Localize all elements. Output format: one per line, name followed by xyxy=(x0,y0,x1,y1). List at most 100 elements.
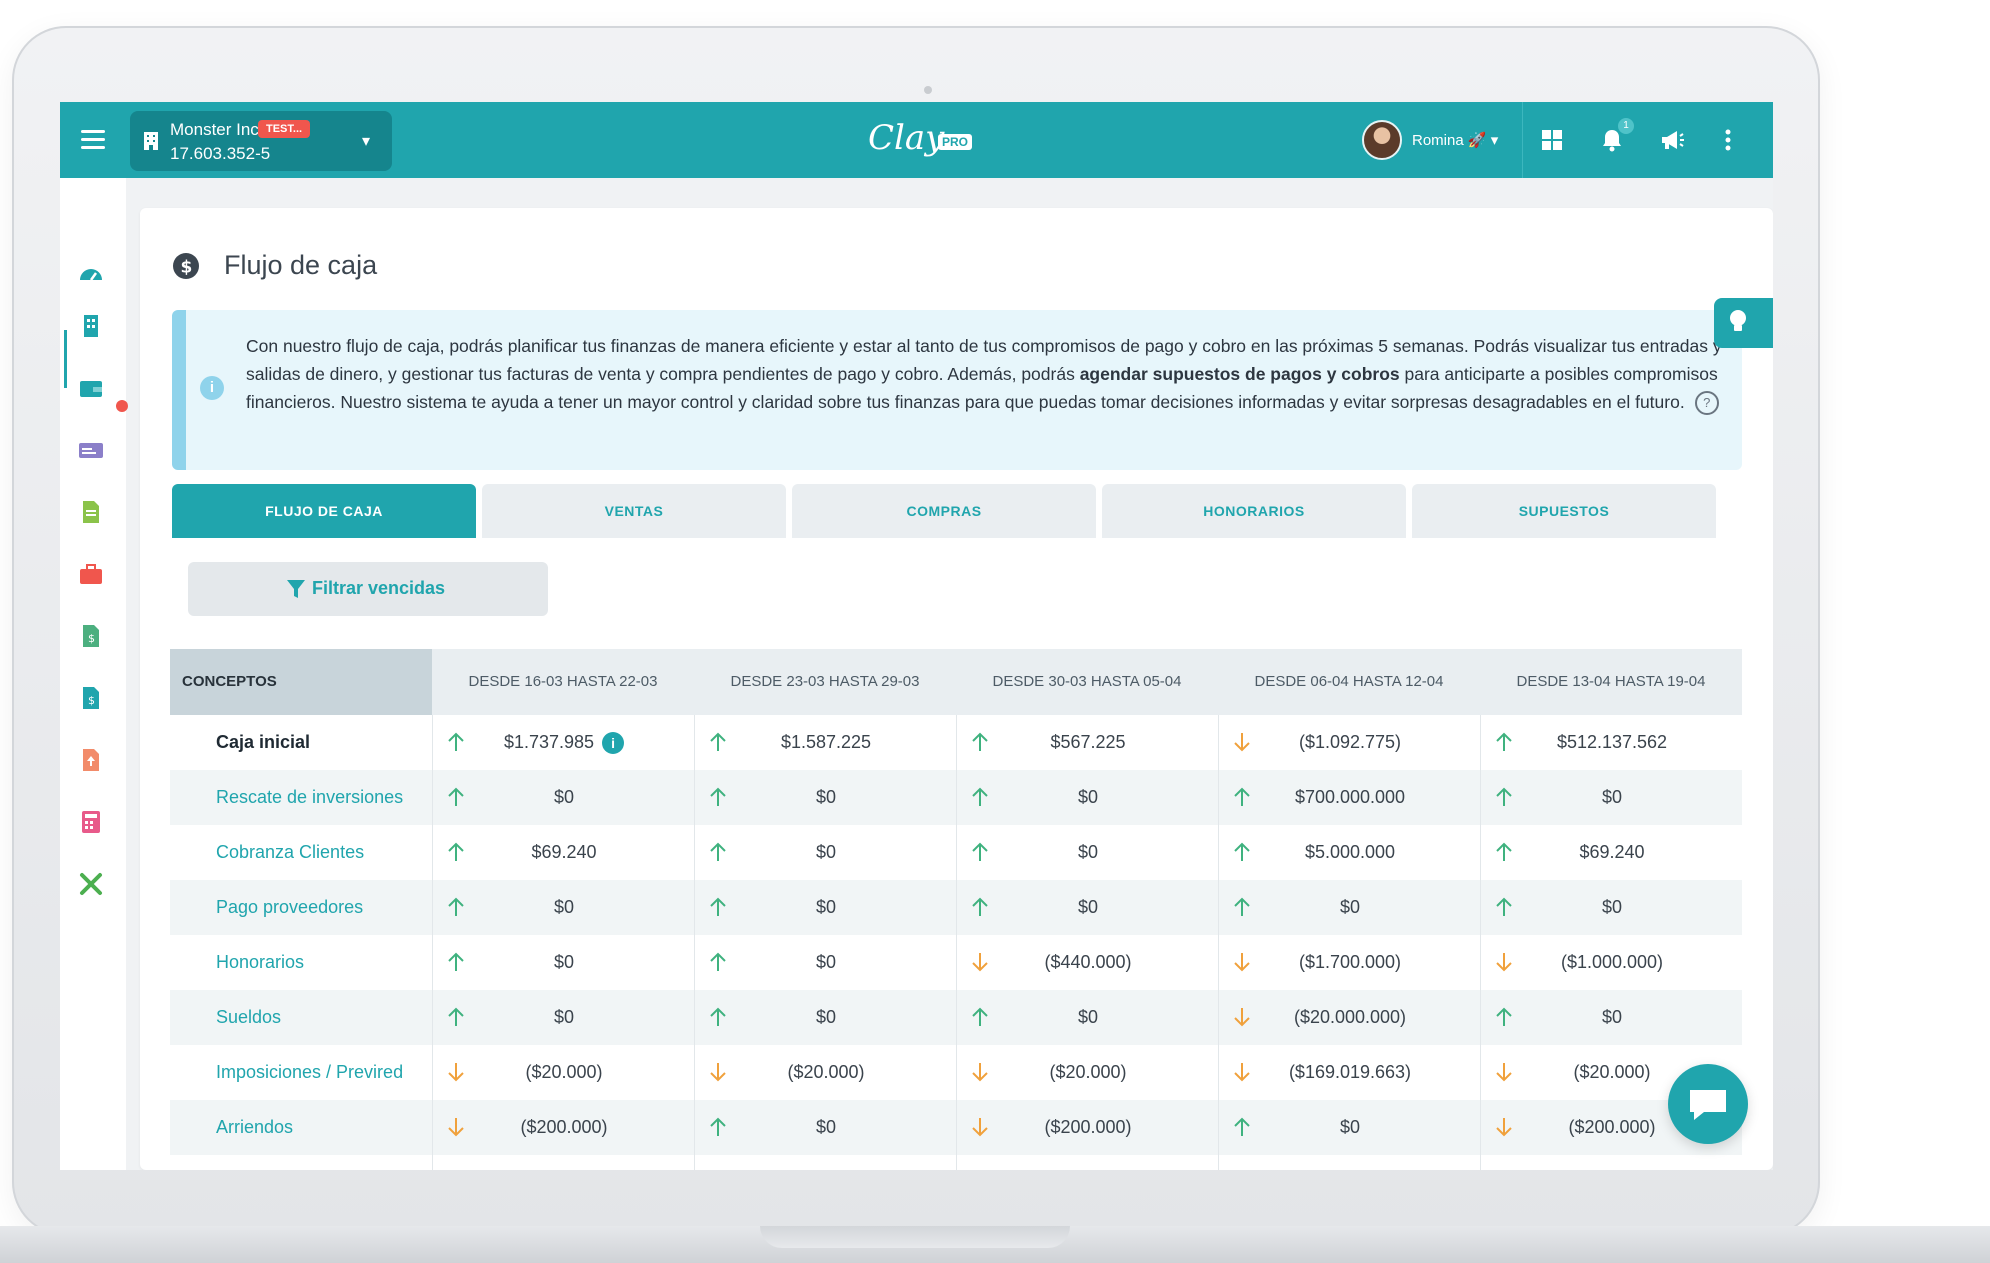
invoice-icon[interactable]: $ xyxy=(77,622,105,650)
row-label[interactable]: Imposiciones / Previred xyxy=(216,1045,403,1100)
main-card: $ Flujo de caja i Con nuestro flujo de c… xyxy=(140,208,1773,1170)
cell-value: ($1.700.000) xyxy=(1258,935,1442,990)
arrow-up-icon xyxy=(448,952,464,971)
row-label[interactable]: Honorarios xyxy=(216,935,304,990)
amount: $700.000.000 xyxy=(1294,787,1406,807)
table-cell: $700.000.000 xyxy=(1218,770,1480,825)
wallet-icon[interactable] xyxy=(77,374,105,402)
table-cell: $0 xyxy=(694,880,956,935)
amount: $0 xyxy=(553,952,575,972)
amount: $0 xyxy=(553,897,575,917)
amount: $0 xyxy=(815,842,837,862)
calculator-icon[interactable] xyxy=(77,808,105,836)
cell-value: $0 xyxy=(996,770,1180,825)
table-cell: $0 xyxy=(694,825,956,880)
table-cell: ($20.000) xyxy=(432,1045,694,1100)
cell-value: $0 xyxy=(734,990,918,1045)
lightbulb-icon xyxy=(1730,310,1746,331)
row-label[interactable]: Arriendos xyxy=(216,1100,293,1155)
tab-honorarios[interactable]: HONORARIOS xyxy=(1102,484,1406,538)
arrow-down-icon xyxy=(972,1118,988,1137)
table-cell: ($20.000.000) xyxy=(1218,990,1480,1045)
cell-value: ($20.000) xyxy=(472,1045,656,1100)
table-cell: ($440.000) xyxy=(956,935,1218,990)
help-icon[interactable]: ? xyxy=(1694,391,1719,416)
amount: $5.000.000 xyxy=(1304,842,1396,862)
table-cell: ($200.000) xyxy=(432,1100,694,1155)
tips-button[interactable] xyxy=(1714,298,1773,348)
table-cell: ($20.000) xyxy=(694,1045,956,1100)
more-vertical-icon[interactable] xyxy=(1714,126,1742,154)
filter-overdue-button[interactable]: Filtrar vencidas xyxy=(188,562,548,616)
table-cell: $0 xyxy=(956,825,1218,880)
header-period-1: DESDE 16-03 HASTA 22-03 xyxy=(468,673,658,690)
amount: ($1.700.000) xyxy=(1298,952,1402,972)
table-cell: $1.737.985 i xyxy=(432,715,694,770)
menu-icon[interactable] xyxy=(78,125,108,155)
amount: ($20.000) xyxy=(1049,1062,1127,1082)
money-card-icon[interactable] xyxy=(77,436,105,464)
invoice-dollar-icon[interactable]: $ xyxy=(77,684,105,712)
chat-icon xyxy=(1690,1090,1726,1120)
table-cell: ($1.092.775) xyxy=(1218,715,1480,770)
tab-compras[interactable]: COMPRAS xyxy=(792,484,1096,538)
cell-value: ($200.000) xyxy=(996,1100,1180,1155)
megaphone-icon[interactable] xyxy=(1658,126,1686,154)
cell-value: $0 xyxy=(996,825,1180,880)
arrow-down-icon xyxy=(1234,953,1250,972)
tab-ventas[interactable]: VENTAS xyxy=(482,484,786,538)
upload-file-icon[interactable] xyxy=(77,746,105,774)
arrow-down-icon xyxy=(1496,953,1512,972)
header-conceptos: CONCEPTOS xyxy=(170,649,432,715)
table-cell: $0 xyxy=(694,935,956,990)
notifications-button[interactable]: 1 xyxy=(1598,118,1634,154)
cell-value: ($20.000) xyxy=(734,1045,918,1100)
arrow-down-icon xyxy=(710,1063,726,1082)
briefcase-icon[interactable] xyxy=(77,560,105,588)
amount: ($200.000) xyxy=(520,1117,608,1137)
alert-dot xyxy=(116,400,128,412)
sidebar-active-indicator xyxy=(64,330,67,388)
arrow-down-icon xyxy=(1234,1063,1250,1082)
arrow-up-icon xyxy=(1496,732,1512,751)
cell-value: $0 xyxy=(1258,1100,1442,1155)
amount: ($20.000.000) xyxy=(1293,1007,1407,1027)
arrow-up-icon xyxy=(972,1007,988,1026)
company-selector[interactable]: Monster Inc. 17.603.352-5 TEST... ▾ xyxy=(130,111,392,171)
row-label[interactable]: Sueldos xyxy=(216,990,281,1045)
row-label[interactable]: Cobranza Clientes xyxy=(216,825,364,880)
amount: $512.137.562 xyxy=(1556,732,1668,752)
table-header: CONCEPTOS DESDE 16-03 HASTA 22-03 DESDE … xyxy=(170,649,1742,715)
building-icon[interactable] xyxy=(77,312,105,340)
arrow-up-icon xyxy=(1234,897,1250,916)
column-divider xyxy=(694,715,695,1170)
cell-value: $0 xyxy=(1520,990,1704,1045)
arrow-down-icon xyxy=(972,953,988,972)
arrow-up-icon xyxy=(710,1007,726,1026)
amount: ($1.092.775) xyxy=(1298,732,1402,752)
arrow-up-icon xyxy=(710,952,726,971)
tab-supuestos[interactable]: SUPUESTOS xyxy=(1412,484,1716,538)
cell-value: $0 xyxy=(472,935,656,990)
tools-icon[interactable] xyxy=(77,870,105,898)
table-cell: $0 xyxy=(432,990,694,1045)
filter-icon xyxy=(287,580,305,598)
amount: $0 xyxy=(815,1007,837,1027)
dashboard-icon[interactable] xyxy=(77,260,105,288)
table-cell: $0 xyxy=(432,935,694,990)
info-icon[interactable]: i xyxy=(602,732,625,755)
tab-flujo-de-caja[interactable]: FLUJO DE CAJA xyxy=(172,484,476,538)
row-label[interactable]: Pago proveedores xyxy=(216,880,363,935)
grid-icon[interactable] xyxy=(1538,126,1566,154)
info-icon: i xyxy=(200,376,224,400)
amount: $0 xyxy=(553,1007,575,1027)
chat-button[interactable] xyxy=(1668,1064,1748,1144)
document-icon[interactable] xyxy=(77,498,105,526)
company-rut: 17.603.352-5 xyxy=(170,144,271,163)
table-cell: $0 xyxy=(956,770,1218,825)
row-label[interactable]: Rescate de inversiones xyxy=(216,770,403,825)
arrow-down-icon xyxy=(448,1118,464,1137)
company-name: Monster Inc. xyxy=(170,120,264,139)
cell-value: $1.737.985 i xyxy=(472,715,656,770)
cell-value: $0 xyxy=(734,1100,918,1155)
